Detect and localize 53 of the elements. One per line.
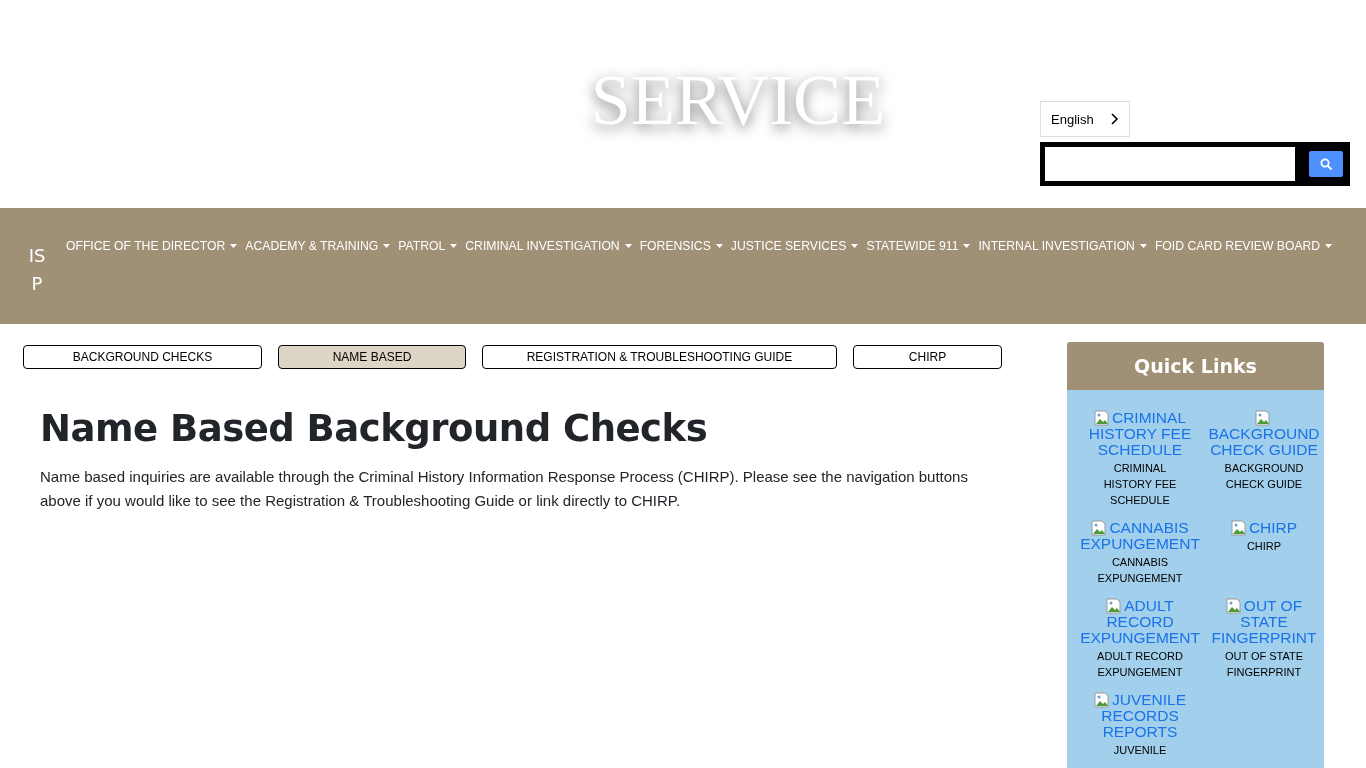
tab[interactable]: BACKGROUND CHECKS (23, 345, 262, 369)
link-caption: CANNABIS EXPUNGEMENT (1096, 555, 1184, 586)
body-paragraph: Name based inquiries are available through the Criminal History Information Response Process (CHIRP). Please see the navigation buttons above if you would like to see the Registration & Troubleshooting Guide or link directly to CHIRP. (40, 467, 969, 512)
nav-menu-item[interactable]: PATROL (394, 239, 462, 253)
nav-menu-item[interactable]: INTERNAL INVESTIGATION (974, 239, 1151, 253)
search-icon (1319, 157, 1333, 171)
tab[interactable]: NAME BASED (278, 345, 466, 369)
nav-menu-item[interactable]: STATEWIDE 911 (862, 239, 975, 253)
caret-icon (383, 244, 391, 248)
broken-image-icon (1225, 598, 1242, 614)
link-caption: CHIRP (1245, 539, 1283, 554)
quick-link[interactable]: CRIMINAL HISTORY FEE SCHEDULE (1079, 410, 1201, 458)
tab[interactable]: REGISTRATION & TROUBLESHOOTING GUIDE (482, 345, 837, 369)
broken-image-icon (1106, 598, 1123, 614)
chevron-right-icon (1109, 113, 1119, 125)
quick-link[interactable]: OUT OF STATE FINGERPRINT (1203, 598, 1325, 646)
nav-menu-item[interactable]: JUSTICE SERVICES (726, 239, 863, 253)
link-caption: JUVENILE (1112, 743, 1168, 758)
site-logo[interactable]: ISP (28, 242, 46, 298)
link-caption: CRIMINAL HISTORY FEE SCHEDULE (1102, 461, 1178, 508)
quick-link[interactable]: BACKGROUND CHECK GUIDE (1203, 410, 1325, 458)
search-field[interactable] (1045, 147, 1295, 181)
nav-menu-item[interactable]: FOID CARD REVIEW BOARD (1150, 239, 1337, 253)
caret-icon (851, 244, 859, 248)
link-caption: ADULT RECORD EXPUNGEMENT (1096, 649, 1184, 680)
caret-icon (450, 244, 458, 248)
nav-menu-item[interactable]: CRIMINAL INVESTIGATION (461, 239, 636, 253)
tab[interactable]: CHIRP (853, 345, 1002, 369)
link-caption: OUT OF STATE FINGERPRINT (1223, 649, 1305, 680)
broken-image-icon (1091, 520, 1108, 536)
language-selector[interactable]: English (1040, 101, 1130, 137)
quick-links-title: Quick Links (1067, 342, 1324, 390)
quick-link[interactable]: CANNABIS EXPUNGEMENT (1079, 520, 1201, 552)
caret-icon (230, 244, 238, 248)
site-title: SERVICE (590, 64, 886, 142)
broken-image-icon (1255, 410, 1271, 426)
caret-icon (963, 244, 971, 248)
caret-icon (1325, 244, 1333, 248)
nav-menu-item[interactable]: OFFICE OF THE DIRECTOR (62, 239, 242, 253)
broken-image-icon (1093, 692, 1110, 708)
caret-icon (624, 244, 632, 248)
quick-link[interactable]: CHIRP (1230, 520, 1298, 536)
link-caption: BACKGROUND CHECK GUIDE (1223, 461, 1305, 492)
nav-menu-item[interactable]: FORENSICS (635, 239, 727, 253)
caret-icon (1139, 244, 1147, 248)
page-heading: Name Based Background Checks (40, 407, 709, 452)
quick-link[interactable]: JUVENILE RECORDS REPORTS (1079, 692, 1201, 740)
caret-icon (715, 244, 723, 248)
search-button[interactable] (1309, 151, 1343, 177)
nav-menu-item[interactable]: ACADEMY & TRAINING (241, 239, 395, 253)
broken-image-icon (1093, 410, 1110, 426)
quick-link[interactable]: ADULT RECORD EXPUNGEMENT (1079, 598, 1201, 646)
broken-image-icon (1230, 520, 1247, 536)
